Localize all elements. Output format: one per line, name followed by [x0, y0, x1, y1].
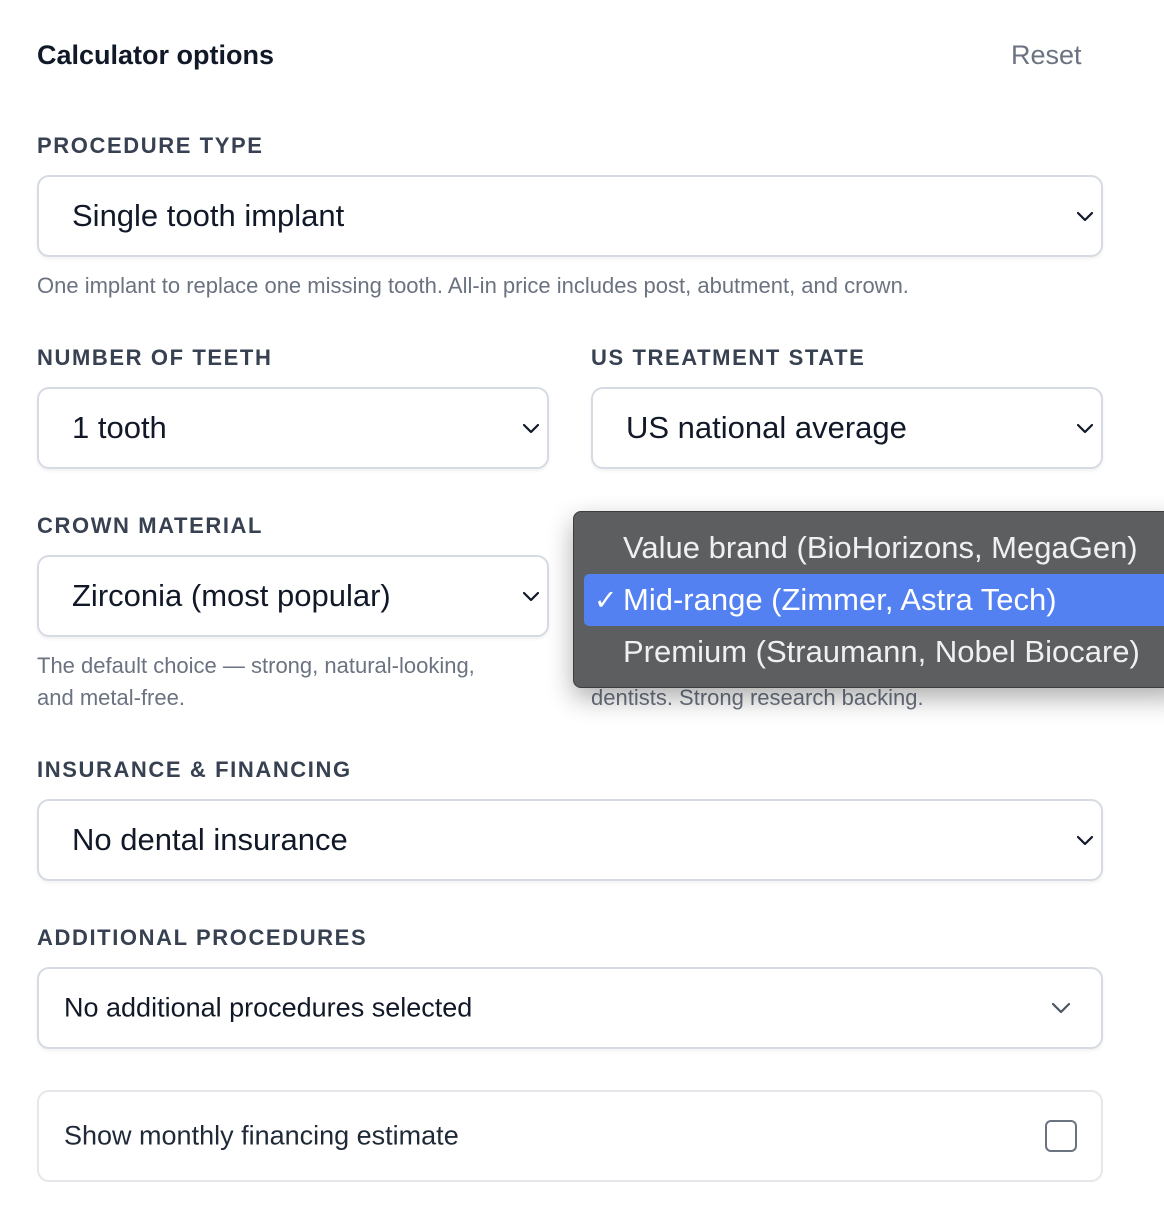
- number-of-teeth-value: 1 tooth: [72, 410, 167, 445]
- insurance-label: INSURANCE & FINANCING: [37, 757, 352, 782]
- reset-button[interactable]: Reset: [1011, 40, 1082, 71]
- dropdown-option-mid-range[interactable]: ✓ Mid-range (Zimmer, Astra Tech): [584, 574, 1164, 626]
- crown-material-select[interactable]: Zirconia (most popular): [37, 555, 549, 637]
- option-label: Premium (Straumann, Nobel Biocare): [623, 634, 1140, 669]
- additional-procedures-label: ADDITIONAL PROCEDURES: [37, 925, 368, 950]
- chevron-down-icon: [1076, 835, 1094, 846]
- dropdown-option-premium[interactable]: Premium (Straumann, Nobel Biocare): [584, 626, 1164, 678]
- financing-checkbox[interactable]: [1045, 1120, 1077, 1152]
- crown-material-label: CROWN MATERIAL: [37, 513, 264, 538]
- treatment-state-label: US TREATMENT STATE: [591, 345, 866, 370]
- financing-toggle-card[interactable]: Show monthly financing estimate: [37, 1090, 1103, 1182]
- option-label: Mid-range (Zimmer, Astra Tech): [623, 582, 1057, 617]
- chevron-down-icon: [1076, 423, 1094, 434]
- insurance-value: No dental insurance: [72, 822, 348, 857]
- dropdown-option-value-brand[interactable]: Value brand (BioHorizons, MegaGen): [584, 522, 1164, 574]
- checkmark-icon: ✓: [594, 584, 618, 616]
- chevron-down-icon: [1076, 211, 1094, 222]
- procedure-type-help: One implant to replace one missing tooth…: [37, 273, 909, 298]
- implant-brand-dropdown: Value brand (BioHorizons, MegaGen) ✓ Mid…: [573, 511, 1164, 688]
- number-of-teeth-select[interactable]: 1 tooth: [37, 387, 549, 469]
- financing-toggle-label: Show monthly financing estimate: [64, 1120, 459, 1151]
- panel-title: Calculator options: [37, 40, 275, 70]
- treatment-state-value: US national average: [626, 410, 907, 445]
- crown-material-value: Zirconia (most popular): [72, 578, 391, 613]
- procedure-type-label: PROCEDURE TYPE: [37, 133, 264, 158]
- number-of-teeth-label: NUMBER OF TEETH: [37, 345, 273, 370]
- crown-material-help-2: and metal-free.: [37, 685, 185, 710]
- additional-procedures-select[interactable]: No additional procedures selected: [37, 967, 1103, 1049]
- chevron-down-icon: [522, 591, 540, 602]
- procedure-type-value: Single tooth implant: [72, 198, 345, 233]
- treatment-state-select[interactable]: US national average: [591, 387, 1103, 469]
- option-label: Value brand (BioHorizons, MegaGen): [623, 530, 1138, 565]
- crown-material-help-1: The default choice — strong, natural-loo…: [37, 653, 475, 678]
- insurance-select[interactable]: No dental insurance: [37, 799, 1103, 881]
- chevron-down-icon: [522, 423, 540, 434]
- procedure-type-select[interactable]: Single tooth implant: [37, 175, 1103, 257]
- chevron-down-icon: [1051, 1002, 1071, 1014]
- calculator-options-panel: Calculator options Reset PROCEDURE TYPE …: [0, 0, 1164, 1214]
- additional-procedures-value: No additional procedures selected: [64, 992, 473, 1023]
